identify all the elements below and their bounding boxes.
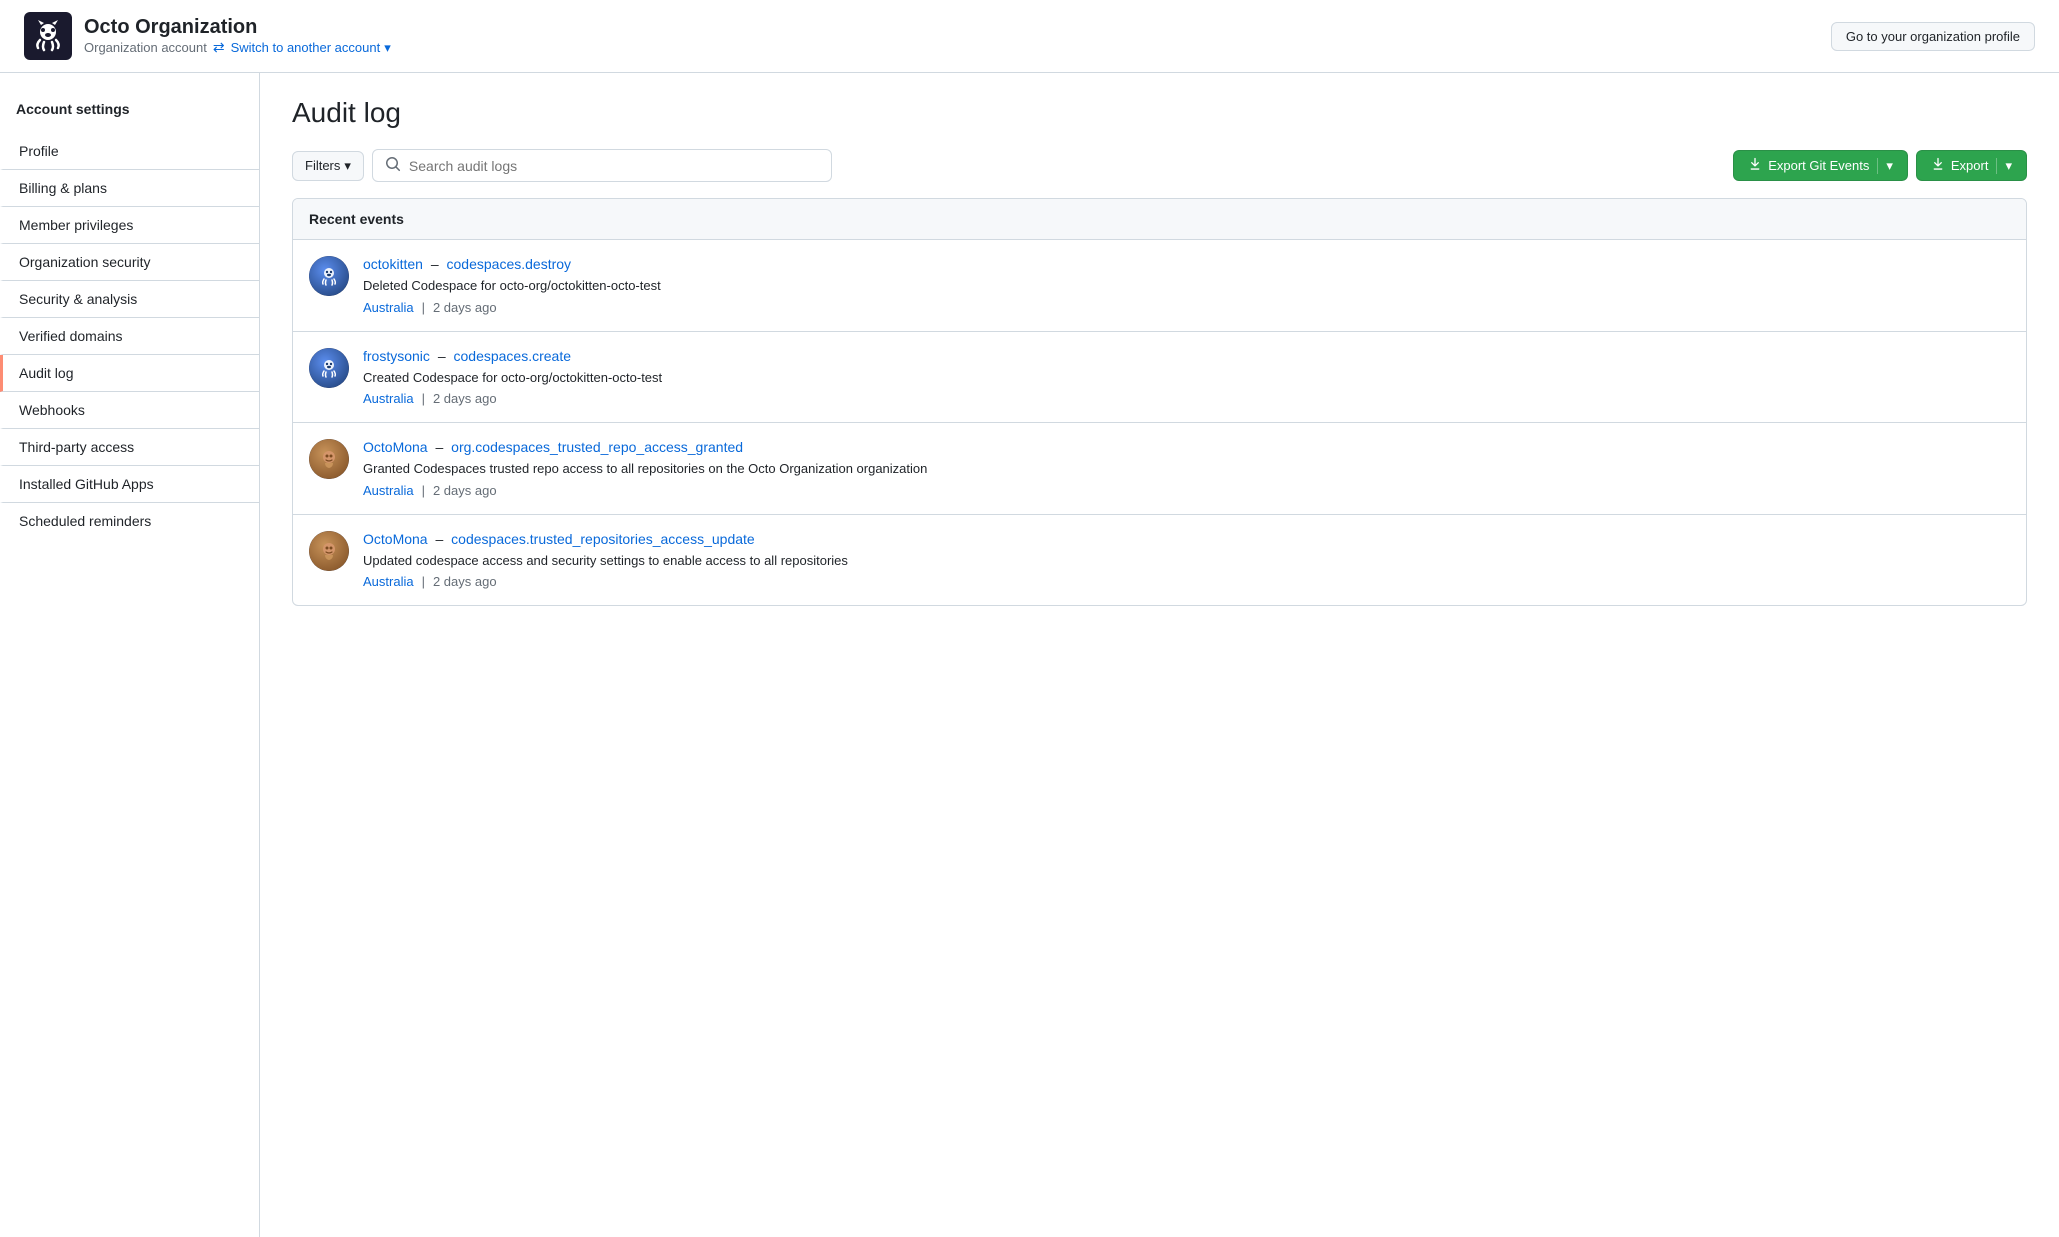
org-name: Octo Organization [84, 16, 391, 39]
header: Octo Organization Organization account ⇄… [0, 0, 2059, 73]
event-user-link[interactable]: OctoMona [363, 531, 428, 547]
toolbar-right: Export Git Events ▾ Export ▾ [1733, 150, 2027, 181]
event-title: OctoMona – codespaces.trusted_repositori… [363, 531, 2010, 547]
export-caret: ▾ [1996, 158, 2012, 174]
sidebar-title: Account settings [0, 93, 259, 133]
chevron-down-icon: ▾ [384, 40, 391, 56]
event-meta: Australia | 2 days ago [363, 574, 2010, 589]
avatar [309, 531, 349, 571]
sidebar-item-github-apps[interactable]: Installed GitHub Apps [0, 466, 259, 503]
event-action-link[interactable]: codespaces.destroy [447, 256, 572, 272]
table-row: OctoMona – codespaces.trusted_repositori… [293, 515, 2026, 606]
event-location[interactable]: Australia [363, 483, 414, 498]
chevron-down-icon: ▾ [344, 158, 351, 174]
toolbar-left: Filters ▾ [292, 149, 832, 182]
org-sub: Organization account ⇄ Switch to another… [84, 39, 391, 56]
org-info: Octo Organization Organization account ⇄… [84, 16, 391, 56]
sidebar-item-audit-log[interactable]: Audit log [0, 355, 259, 392]
event-location[interactable]: Australia [363, 574, 414, 589]
toolbar: Filters ▾ [292, 149, 2027, 182]
user-avatar-frostysonic [309, 348, 349, 388]
export-git-caret: ▾ [1877, 158, 1893, 174]
event-location[interactable]: Australia [363, 300, 414, 315]
table-row: OctoMona – org.codespaces_trusted_repo_a… [293, 423, 2026, 515]
sidebar: Account settings Profile Billing & plans… [0, 73, 260, 1237]
event-time: 2 days ago [433, 574, 497, 589]
sidebar-item-profile[interactable]: Profile [0, 133, 259, 170]
sidebar-item-verified-domains[interactable]: Verified domains [0, 318, 259, 355]
user-avatar-octomona-2 [309, 531, 349, 571]
event-body: frostysonic – codespaces.create Created … [363, 348, 2010, 407]
avatar [309, 348, 349, 388]
event-description: Updated codespace access and security se… [363, 551, 2010, 571]
event-location[interactable]: Australia [363, 391, 414, 406]
search-wrapper [372, 149, 832, 182]
sidebar-item-third-party[interactable]: Third-party access [0, 429, 259, 466]
export-git-events-button[interactable]: Export Git Events ▾ [1733, 150, 1908, 181]
event-action-link[interactable]: org.codespaces_trusted_repo_access_grant… [451, 439, 743, 455]
events-header: Recent events [293, 199, 2026, 240]
events-container: Recent events [292, 198, 2027, 606]
event-title: frostysonic – codespaces.create [363, 348, 2010, 364]
org-type: Organization account [84, 40, 207, 55]
switch-icon: ⇄ [213, 39, 225, 56]
sidebar-item-scheduled-reminders[interactable]: Scheduled reminders [0, 503, 259, 539]
sidebar-item-webhooks[interactable]: Webhooks [0, 392, 259, 429]
event-body: OctoMona – codespaces.trusted_repositori… [363, 531, 2010, 590]
event-description: Deleted Codespace for octo-org/octokitte… [363, 276, 2010, 296]
event-title: OctoMona – org.codespaces_trusted_repo_a… [363, 439, 2010, 455]
switch-account-link[interactable]: Switch to another account ▾ [231, 40, 391, 56]
event-user-link[interactable]: octokitten [363, 256, 423, 272]
org-profile-button[interactable]: Go to your organization profile [1831, 22, 2035, 51]
avatar [309, 256, 349, 296]
event-title: octokitten – codespaces.destroy [363, 256, 2010, 272]
main-content: Audit log Filters ▾ [260, 73, 2059, 1237]
sidebar-item-org-security[interactable]: Organization security [0, 244, 259, 281]
table-row: frostysonic – codespaces.create Created … [293, 332, 2026, 424]
event-user-link[interactable]: OctoMona [363, 439, 428, 455]
header-left: Octo Organization Organization account ⇄… [24, 12, 391, 60]
page-title: Audit log [292, 97, 2027, 129]
event-time: 2 days ago [433, 483, 497, 498]
event-meta: Australia | 2 days ago [363, 300, 2010, 315]
download-icon [1748, 157, 1762, 174]
sidebar-item-security-analysis[interactable]: Security & analysis [0, 281, 259, 318]
event-body: octokitten – codespaces.destroy Deleted … [363, 256, 2010, 315]
event-meta: Australia | 2 days ago [363, 391, 2010, 406]
sidebar-item-member-privileges[interactable]: Member privileges [0, 207, 259, 244]
sidebar-item-billing[interactable]: Billing & plans [0, 170, 259, 207]
search-icon [385, 156, 401, 175]
avatar [309, 439, 349, 479]
event-user-link[interactable]: frostysonic [363, 348, 430, 364]
event-description: Granted Codespaces trusted repo access t… [363, 459, 2010, 479]
export-button[interactable]: Export ▾ [1916, 150, 2027, 181]
event-action-link[interactable]: codespaces.create [454, 348, 572, 364]
search-input[interactable] [409, 158, 819, 174]
event-body: OctoMona – org.codespaces_trusted_repo_a… [363, 439, 2010, 498]
event-meta: Australia | 2 days ago [363, 483, 2010, 498]
table-row: octokitten – codespaces.destroy Deleted … [293, 240, 2026, 332]
event-action-link[interactable]: codespaces.trusted_repositories_access_u… [451, 531, 755, 547]
layout: Account settings Profile Billing & plans… [0, 73, 2059, 1237]
event-time: 2 days ago [433, 300, 497, 315]
filters-button[interactable]: Filters ▾ [292, 151, 364, 181]
event-description: Created Codespace for octo-org/octokitte… [363, 368, 2010, 388]
org-logo [24, 12, 72, 60]
user-avatar-octokitten [309, 256, 349, 296]
user-avatar-octomona-1 [309, 439, 349, 479]
event-time: 2 days ago [433, 391, 497, 406]
download-icon [1931, 157, 1945, 174]
